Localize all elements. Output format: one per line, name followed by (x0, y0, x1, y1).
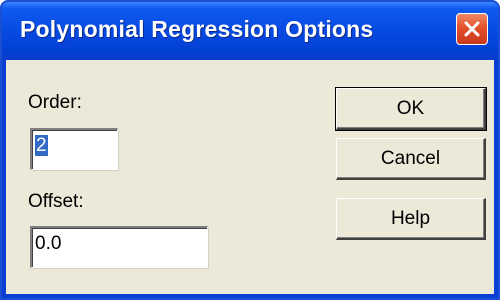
ok-button[interactable]: OK (335, 87, 487, 131)
title-bar[interactable]: Polynomial Regression Options (2, 2, 498, 60)
help-button[interactable]: Help (336, 198, 486, 240)
close-button[interactable] (456, 13, 488, 45)
close-icon (464, 21, 480, 37)
cancel-button[interactable]: Cancel (336, 138, 486, 180)
dialog-body: Order: 2 Offset: 0.0 OK Cancel Help (6, 60, 494, 294)
order-input[interactable]: 2 (30, 128, 118, 170)
order-value: 2 (35, 135, 48, 156)
dialog-title: Polynomial Regression Options (20, 16, 374, 42)
offset-input[interactable]: 0.0 (30, 226, 208, 268)
offset-label: Offset: (28, 191, 84, 212)
order-label: Order: (28, 92, 82, 113)
polynomial-regression-options-dialog: Polynomial Regression Options Order: 2 O… (0, 0, 500, 300)
offset-value: 0.0 (35, 233, 62, 254)
